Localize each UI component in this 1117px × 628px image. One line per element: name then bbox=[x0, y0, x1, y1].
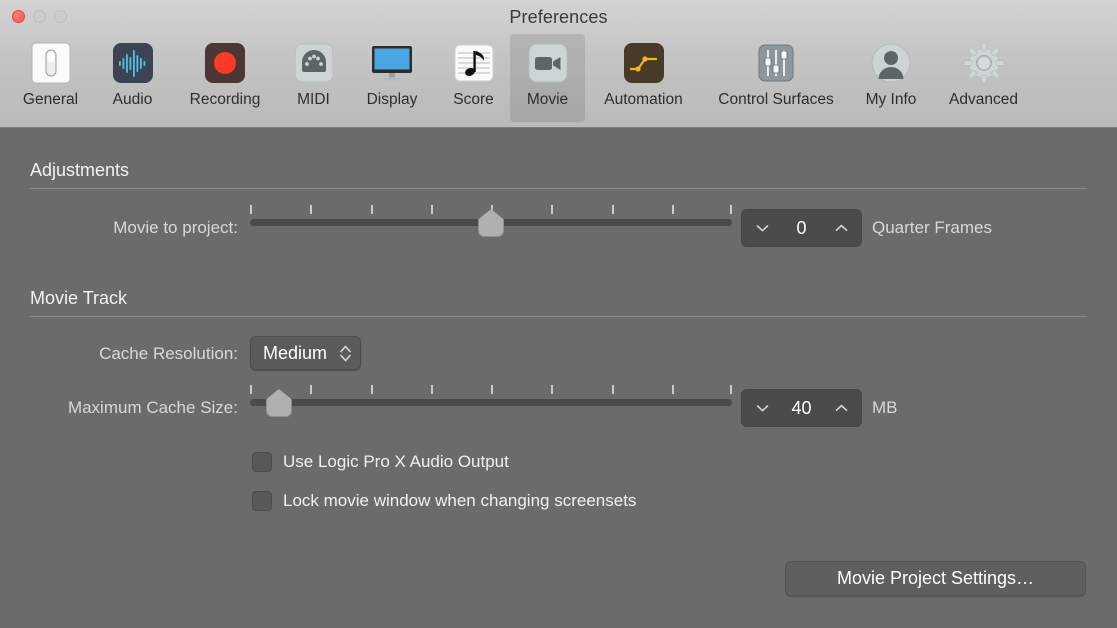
record-circle-icon bbox=[202, 40, 248, 86]
chevron-up-down-icon bbox=[340, 345, 351, 361]
movie-project-settings-button[interactable]: Movie Project Settings… bbox=[785, 561, 1086, 596]
music-note-staff-icon bbox=[451, 40, 497, 86]
tab-automation-label: Automation bbox=[604, 91, 683, 108]
maximum-cache-size-slider[interactable] bbox=[250, 385, 733, 419]
maximum-cache-size-slider-track bbox=[250, 399, 732, 406]
movie-to-project-increment-button[interactable] bbox=[821, 210, 861, 246]
cache-resolution-value: Medium bbox=[263, 342, 328, 363]
tab-score[interactable]: Score bbox=[437, 34, 510, 122]
lock-movie-window-checkbox-row[interactable]: Lock movie window when changing screense… bbox=[252, 491, 636, 511]
tab-automation[interactable]: Automation bbox=[585, 34, 702, 122]
window-title: Preferences bbox=[509, 7, 608, 27]
chevron-down-icon bbox=[756, 225, 768, 232]
movie-to-project-value: 0 bbox=[796, 217, 807, 238]
person-avatar-icon bbox=[868, 40, 914, 86]
use-logic-audio-output-label: Use Logic Pro X Audio Output bbox=[283, 452, 509, 471]
maximum-cache-size-decrement-button[interactable] bbox=[742, 390, 782, 426]
lock-movie-window-label: Lock movie window when changing screense… bbox=[283, 491, 637, 510]
tab-midi-label: MIDI bbox=[297, 91, 330, 108]
preferences-content: Adjustments Movie to project: 0 Quarter … bbox=[0, 128, 1117, 628]
tab-my-info[interactable]: My Info bbox=[850, 34, 932, 122]
waveform-icon bbox=[110, 40, 156, 86]
preferences-toolbar: General Audio Recording MIDI Display Sco… bbox=[6, 34, 1035, 122]
lock-movie-window-checkbox[interactable] bbox=[252, 491, 272, 511]
toggle-switch-icon bbox=[28, 40, 74, 86]
cache-resolution-label: Cache Resolution: bbox=[99, 344, 238, 363]
movie-to-project-stepper[interactable]: 0 bbox=[741, 209, 862, 247]
tab-advanced[interactable]: Advanced bbox=[932, 34, 1035, 122]
tab-control-surfaces-label: Control Surfaces bbox=[718, 91, 834, 108]
tab-audio-label: Audio bbox=[112, 91, 153, 108]
tab-audio[interactable]: Audio bbox=[95, 34, 170, 122]
tab-recording[interactable]: Recording bbox=[170, 34, 280, 122]
video-camera-icon bbox=[525, 40, 571, 86]
maximum-cache-size-slider-ticks bbox=[250, 385, 733, 394]
automation-curve-icon bbox=[621, 40, 667, 86]
movie-to-project-label: Movie to project: bbox=[113, 218, 238, 237]
chevron-up-icon bbox=[835, 404, 847, 411]
movie-to-project-slider[interactable] bbox=[250, 205, 733, 239]
tab-midi[interactable]: MIDI bbox=[280, 34, 347, 122]
gear-icon bbox=[961, 40, 1007, 86]
chevron-up-icon bbox=[835, 224, 847, 231]
faders-icon bbox=[753, 40, 799, 86]
midi-din-connector-icon bbox=[291, 40, 337, 86]
tab-movie[interactable]: Movie bbox=[510, 34, 585, 122]
tab-general[interactable]: General bbox=[6, 34, 95, 122]
tab-advanced-label: Advanced bbox=[949, 91, 1018, 108]
monitor-icon bbox=[369, 40, 415, 86]
movie-to-project-unit-label: Quarter Frames bbox=[872, 218, 992, 237]
section-adjustments-divider bbox=[30, 188, 1087, 189]
tab-display[interactable]: Display bbox=[347, 34, 437, 122]
section-movie-track-divider bbox=[30, 316, 1087, 317]
maximum-cache-size-unit-label: MB bbox=[872, 398, 898, 417]
section-movie-track-header: Movie Track bbox=[30, 288, 1087, 317]
section-movie-track-title: Movie Track bbox=[30, 288, 128, 308]
tab-movie-label: Movie bbox=[526, 91, 569, 108]
tab-recording-label: Recording bbox=[189, 91, 261, 108]
tab-display-label: Display bbox=[366, 91, 418, 108]
maximum-cache-size-increment-button[interactable] bbox=[821, 390, 861, 426]
cache-resolution-select[interactable]: Medium bbox=[250, 336, 362, 370]
tab-my-info-label: My Info bbox=[865, 91, 917, 108]
section-adjustments-header: Adjustments bbox=[30, 160, 1087, 189]
section-adjustments-title: Adjustments bbox=[30, 160, 130, 180]
title-bar: Preferences General Audio Recording MIDI… bbox=[0, 0, 1117, 128]
preferences-window: Preferences General Audio Recording MIDI… bbox=[0, 0, 1117, 628]
use-logic-audio-output-checkbox-row[interactable]: Use Logic Pro X Audio Output bbox=[252, 452, 509, 472]
movie-to-project-decrement-button[interactable] bbox=[742, 210, 782, 246]
maximum-cache-size-label: Maximum Cache Size: bbox=[67, 398, 238, 417]
tab-control-surfaces[interactable]: Control Surfaces bbox=[702, 34, 850, 122]
tab-general-label: General bbox=[22, 91, 79, 108]
movie-project-settings-button-label: Movie Project Settings… bbox=[836, 568, 1035, 588]
use-logic-audio-output-checkbox[interactable] bbox=[252, 452, 272, 472]
maximum-cache-size-value: 40 bbox=[791, 397, 812, 418]
tab-score-label: Score bbox=[453, 91, 494, 108]
maximum-cache-size-stepper[interactable]: 40 bbox=[741, 389, 862, 427]
chevron-down-icon bbox=[756, 405, 768, 412]
